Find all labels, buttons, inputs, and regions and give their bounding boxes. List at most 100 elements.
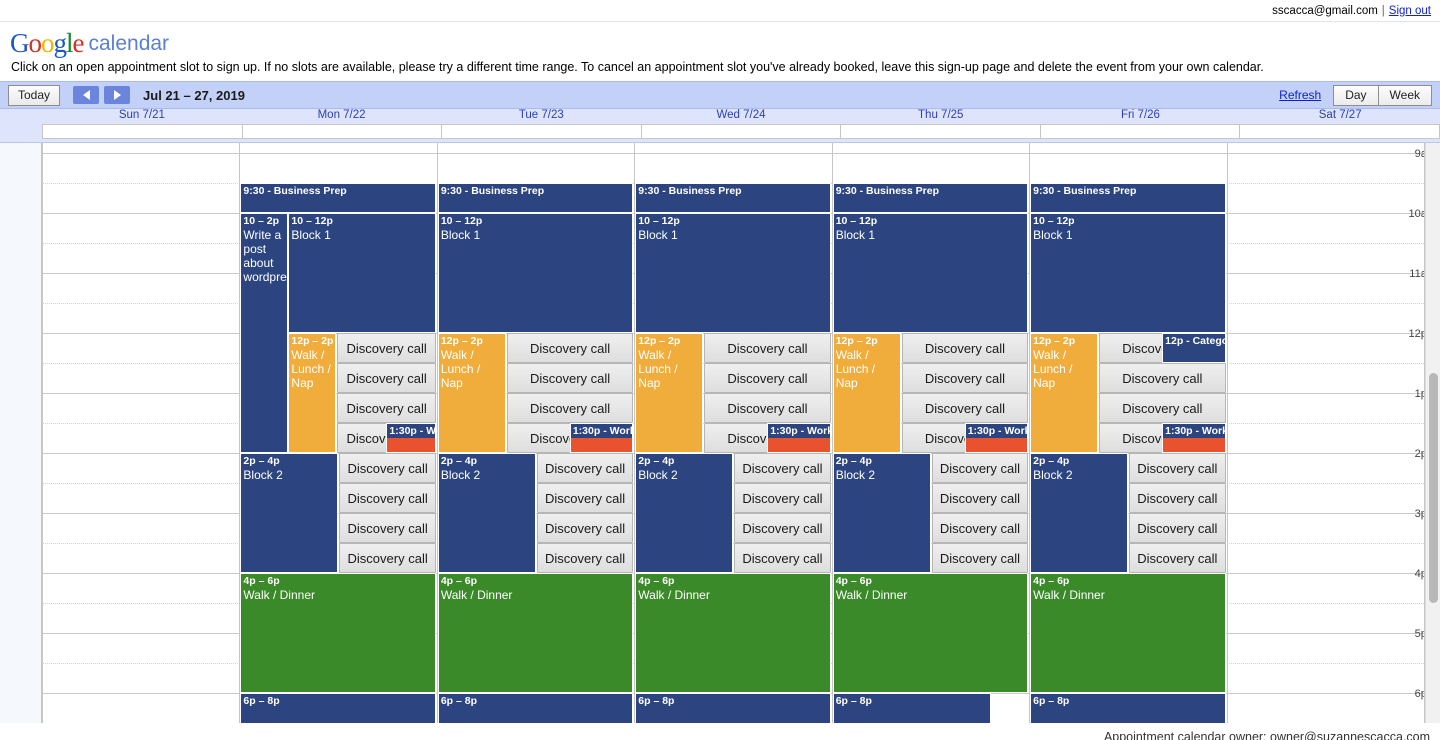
calendar-event-wed-prep[interactable]: 9:30 - Business Prep [635, 183, 831, 213]
view-day-button[interactable]: Day [1333, 84, 1379, 106]
appointment-slot[interactable]: Discovery call [536, 483, 634, 513]
all-day-cell-sat[interactable] [1239, 124, 1440, 139]
day-header-sun[interactable]: Sun 7/21 [42, 109, 242, 124]
calendar-event-fri-walk[interactable]: 12p – 2p Walk / Lunch / Nap [1030, 333, 1099, 453]
calendar-event-fri-b2[interactable]: 2p – 4p Block 2 [1030, 453, 1129, 573]
appointment-slot[interactable]: Discovery call [1129, 453, 1226, 483]
appointment-slot[interactable]: Discovery call [337, 363, 436, 393]
calendar-event-fri-b1[interactable]: 10 – 12p Block 1 [1030, 213, 1226, 333]
appointment-slot[interactable]: Discovery call [339, 513, 436, 543]
appointment-slot[interactable]: Discovery call [704, 393, 831, 423]
previous-week-button[interactable] [73, 86, 100, 104]
day-header-mon[interactable]: Mon 7/22 [242, 109, 442, 124]
event-time: 6p – 8p [638, 695, 675, 707]
calendar-event-thu-b1[interactable]: 10 – 12p Block 1 [832, 213, 1029, 333]
appointment-slot[interactable]: Discovery call [1099, 363, 1226, 393]
calendar-event-wed-b1[interactable]: 10 – 12p Block 1 [635, 213, 831, 333]
appointment-slot[interactable]: Discovery call [339, 453, 436, 483]
calendar-grid-scroll[interactable]: 9am10am11am12pm1pm2pm3pm4pm5pm6pm9:30 - … [0, 143, 1440, 723]
appointment-slot[interactable]: Discovery call [931, 453, 1029, 483]
appointment-slot[interactable]: Discovery call [931, 513, 1029, 543]
next-week-button[interactable] [104, 86, 131, 104]
refresh-link[interactable]: Refresh [1279, 88, 1321, 102]
appointment-slot[interactable]: Discovery call [506, 333, 634, 363]
calendar-event-thu-prep[interactable]: 9:30 - Business Prep [832, 183, 1029, 213]
calendar-event-mon-prep[interactable]: 9:30 - Business Prep [240, 183, 436, 213]
vertical-scrollbar-thumb[interactable] [1429, 373, 1438, 603]
calendar-event-tue-b2[interactable]: 2p – 4p Block 2 [437, 453, 536, 573]
appointment-slot[interactable]: Discovery call [1129, 513, 1226, 543]
day-header-fri[interactable]: Fri 7/26 [1041, 109, 1241, 124]
calendar-event-mon-b1[interactable]: 10 – 12p Block 1 [288, 213, 436, 333]
calendar-event-tue-dinner[interactable]: 4p – 6p Walk / Dinner [437, 573, 634, 693]
calendar-event-mon-walk[interactable]: 12p – 2p Walk / Lunch / Nap [288, 333, 337, 453]
appointment-slot[interactable]: Discovery call [506, 393, 634, 423]
appointment-slot[interactable]: Discovery call [931, 483, 1029, 513]
calendar-event-thu-eve[interactable]: 6p – 8p [832, 693, 991, 723]
appointment-slot[interactable]: Discovery call [734, 453, 831, 483]
day-header-thu[interactable]: Thu 7/25 [841, 109, 1041, 124]
calendar-event-fri-dinner[interactable]: 4p – 6p Walk / Dinner [1030, 573, 1226, 693]
calendar-event-wed-b2[interactable]: 2p – 4p Block 2 [635, 453, 734, 573]
calendar-event-fri-prep[interactable]: 9:30 - Business Prep [1030, 183, 1226, 213]
calendar-event-mon-work[interactable]: 1:30p - Work [386, 423, 436, 453]
appointment-slot[interactable]: Discovery call [506, 363, 634, 393]
calendar-event-tue-work[interactable]: 1:30p - Work [569, 423, 634, 453]
calendar-event-mon-write[interactable]: 10 – 2pWrite a post about wordpress [240, 213, 289, 453]
calendar-event-thu-work[interactable]: 1:30p - Work [964, 423, 1029, 453]
calendar-event-mon-eve[interactable]: 6p – 8p [240, 693, 436, 723]
view-week-button[interactable]: Week [1378, 84, 1432, 106]
all-day-cell-mon[interactable] [241, 124, 442, 139]
calendar-event-fri-eve[interactable]: 6p – 8p [1030, 693, 1226, 723]
calendar-event-mon-dinner[interactable]: 4p – 6p Walk / Dinner [240, 573, 436, 693]
day-header-tue[interactable]: Tue 7/23 [441, 109, 641, 124]
appointment-slot[interactable]: Discovery call [536, 513, 634, 543]
calendar-event-wed-eve[interactable]: 6p – 8p [635, 693, 831, 723]
calendar-event-wed-work[interactable]: 1:30p - Work [767, 423, 831, 453]
appointment-slot[interactable]: Discovery call [337, 393, 436, 423]
calendar-event-fri-work[interactable]: 1:30p - Work [1162, 423, 1226, 453]
appointment-slot[interactable]: Discovery call [734, 543, 831, 573]
logo-letter-o2: o [41, 28, 54, 58]
calendar-event-thu-dinner[interactable]: 4p – 6p Walk / Dinner [832, 573, 1029, 693]
calendar-event-tue-walk[interactable]: 12p – 2p Walk / Lunch / Nap [437, 333, 506, 453]
all-day-cell-wed[interactable] [640, 124, 841, 139]
calendar-event-wed-walk[interactable]: 12p – 2p Walk / Lunch / Nap [635, 333, 704, 453]
today-button[interactable]: Today [8, 84, 61, 106]
sign-out-link[interactable]: Sign out [1389, 5, 1431, 17]
appointment-slot[interactable]: Discovery call [901, 333, 1029, 363]
appointment-slot[interactable]: Discovery call [339, 543, 436, 573]
appointment-slot[interactable]: Discovery call [901, 363, 1029, 393]
day-header-sat[interactable]: Sat 7/27 [1240, 109, 1440, 124]
day-header-row: Sun 7/21 Mon 7/22 Tue 7/23 Wed 7/24 Thu … [0, 109, 1440, 124]
appointment-slot[interactable]: Discovery call [1099, 393, 1226, 423]
calendar-event-thu-b2[interactable]: 2p – 4p Block 2 [832, 453, 931, 573]
appointment-slot[interactable]: Discovery call [704, 363, 831, 393]
calendar-event-tue-b1[interactable]: 10 – 12p Block 1 [437, 213, 634, 333]
appointment-slot[interactable]: Discovery call [931, 543, 1029, 573]
appointment-slot[interactable]: Discovery call [1129, 483, 1226, 513]
calendar-event-mon-b2[interactable]: 2p – 4p Block 2 [240, 453, 339, 573]
all-day-cell-tue[interactable] [441, 124, 641, 139]
calendar-event-tue-prep[interactable]: 9:30 - Business Prep [437, 183, 634, 213]
appointment-slot[interactable]: Discovery call [734, 483, 831, 513]
all-day-cell-fri[interactable] [1039, 124, 1240, 139]
calendar-event-thu-walk[interactable]: 12p – 2p Walk / Lunch / Nap [832, 333, 901, 453]
appointment-slot[interactable]: Discovery call [704, 333, 831, 363]
all-day-cell-thu[interactable] [840, 124, 1040, 139]
all-day-cell-sun[interactable] [42, 124, 242, 139]
calendar-event-tue-eve[interactable]: 6p – 8p [437, 693, 634, 723]
calendar-event-fri-cat[interactable]: 12p - Categorize [1162, 333, 1226, 363]
appointment-slot[interactable]: Discovery call [901, 393, 1029, 423]
appointment-slot[interactable]: Discovery call [536, 453, 634, 483]
appointment-slot[interactable]: Discovery call [734, 513, 831, 543]
day-header-wed[interactable]: Wed 7/24 [641, 109, 841, 124]
appointment-slot[interactable]: Discovery call [536, 543, 634, 573]
event-time: 4p – 6p [1033, 575, 1070, 587]
appointment-slot[interactable]: Discovery call [1129, 543, 1226, 573]
vertical-scrollbar[interactable] [1425, 143, 1440, 723]
calendar-event-wed-dinner[interactable]: 4p – 6p Walk / Dinner [635, 573, 831, 693]
appointment-slot[interactable]: Discovery call [339, 483, 436, 513]
event-title: Walk / Lunch / Nap [835, 348, 879, 390]
appointment-slot[interactable]: Discovery call [337, 333, 436, 363]
